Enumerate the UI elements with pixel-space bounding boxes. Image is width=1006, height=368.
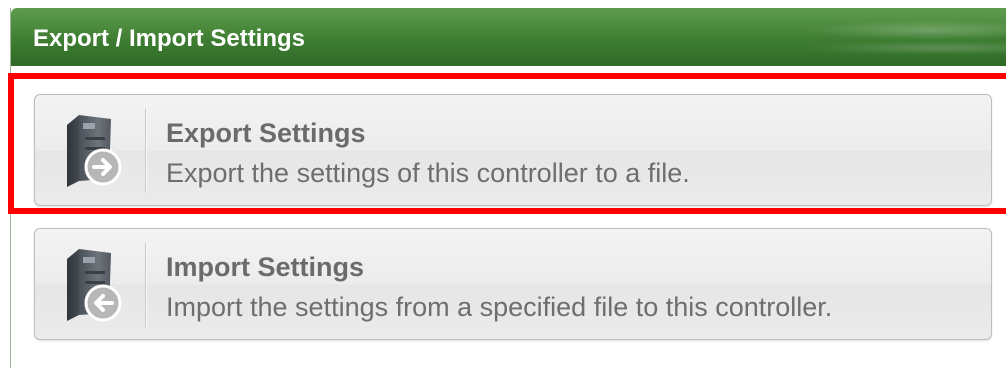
panel-header: Export / Import Settings <box>11 8 1006 66</box>
panel-title: Export / Import Settings <box>33 25 306 52</box>
controller-export-icon <box>67 115 122 187</box>
import-settings-title: Import Settings <box>166 252 365 282</box>
import-settings-description: Import the settings from a specified fil… <box>166 292 833 322</box>
export-import-panel: Export / Import Settings Export Settings… <box>8 8 1006 368</box>
button-divider <box>145 109 146 193</box>
export-settings-description: Export the settings of this controller t… <box>166 158 690 188</box>
export-settings-button[interactable]: Export Settings Export the settings of t… <box>34 94 992 206</box>
button-divider <box>145 243 146 327</box>
export-settings-title: Export Settings <box>166 118 366 148</box>
import-settings-button[interactable]: Import Settings Import the settings from… <box>34 228 992 340</box>
controller-import-icon <box>67 249 122 322</box>
